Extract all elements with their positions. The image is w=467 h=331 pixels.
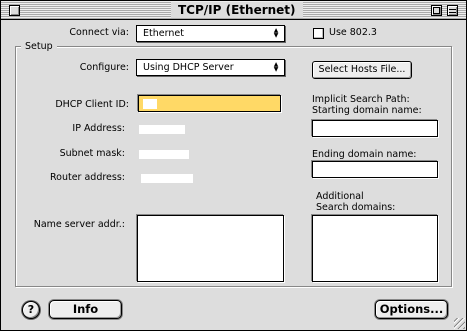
configure-label: Configure: (79, 62, 129, 73)
dhcp-client-id-label: DHCP Client ID: (55, 99, 129, 110)
subnet-mask-value (139, 150, 189, 159)
subnet-mask-label: Subnet mask: (59, 148, 125, 159)
help-button[interactable]: ? (22, 301, 40, 319)
router-address-label: Router address: (49, 172, 125, 183)
options-button[interactable]: Options... (375, 300, 448, 319)
ip-address-label: IP Address: (72, 123, 125, 134)
ending-domain-label: Ending domain name: (312, 149, 417, 160)
tcpip-window: TCP/IP (Ethernet) Connect via: Ethernet … (0, 0, 467, 331)
resize-handle-icon[interactable] (454, 318, 465, 329)
starting-domain-label: Starting domain name: (312, 105, 422, 116)
info-button[interactable]: Info (49, 300, 122, 319)
router-address-value (141, 174, 193, 183)
title-bar[interactable]: TCP/IP (Ethernet) (1, 1, 466, 20)
close-box-icon[interactable] (9, 5, 20, 16)
name-server-field[interactable] (137, 215, 284, 282)
collapse-box-icon[interactable] (447, 5, 458, 16)
dhcp-client-id-field[interactable] (138, 95, 281, 112)
zoom-box-icon[interactable] (431, 5, 442, 16)
search-domains-label: Search domains: (316, 202, 396, 213)
use-8023-checkbox[interactable] (313, 28, 324, 39)
configure-popup[interactable]: Using DHCP Server ▲ ▼ (136, 59, 285, 76)
ip-address-value (139, 125, 185, 134)
setup-group-label: Setup (21, 41, 57, 53)
use-8023-label: Use 802.3 (329, 27, 377, 38)
window-title: TCP/IP (Ethernet) (171, 2, 303, 18)
select-hosts-file-button[interactable]: Select Hosts File... (312, 61, 412, 79)
popup-arrows-icon: ▲ ▼ (273, 61, 279, 73)
connect-via-label: Connect via: (69, 27, 129, 38)
starting-domain-field[interactable] (312, 120, 438, 137)
ending-domain-field[interactable] (312, 161, 438, 178)
configure-value: Using DHCP Server (143, 62, 234, 73)
name-server-label: Name server addr.: (33, 219, 125, 230)
text-selection (143, 99, 157, 109)
connect-via-value: Ethernet (143, 28, 184, 39)
popup-arrows-icon: ▲ ▼ (273, 27, 279, 39)
additional-search-domains-field[interactable] (312, 215, 438, 282)
connect-via-popup[interactable]: Ethernet ▲ ▼ (136, 25, 285, 42)
